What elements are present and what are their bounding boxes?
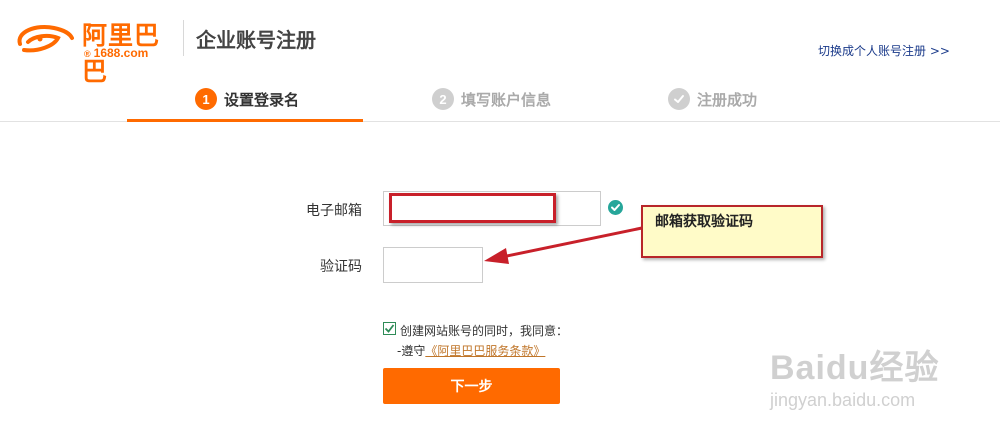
switch-to-personal-link[interactable]: 切换成个人账号注册 >> bbox=[818, 42, 950, 59]
check-circle-icon bbox=[668, 88, 690, 110]
step-3-label: 注册成功 bbox=[697, 90, 758, 109]
next-step-button[interactable]: 下一步 bbox=[383, 368, 560, 404]
checkmark-icon bbox=[384, 324, 395, 333]
verification-code-input[interactable] bbox=[383, 247, 483, 283]
logo-domain: ® 1688.com bbox=[84, 46, 148, 60]
alibaba-logo[interactable]: 阿里巴巴 ® 1688.com bbox=[14, 16, 174, 86]
step-2: 2 填写账户信息 bbox=[432, 87, 551, 111]
check-circle-icon bbox=[608, 200, 623, 215]
terms-of-service-link[interactable]: 《阿里巴巴服务条款》 bbox=[425, 344, 545, 358]
page-title: 企业账号注册 bbox=[196, 28, 316, 52]
step-1-number: 1 bbox=[195, 88, 217, 110]
header-divider bbox=[183, 20, 184, 56]
watermark-url: jingyan.baidu.com bbox=[770, 390, 916, 410]
agreement-text: 创建网站账号的同时，我同意： bbox=[400, 324, 569, 338]
agreement-prefix: -遵守 bbox=[397, 344, 426, 358]
baidu-watermark: Baidu经验 jingyan.baidu.com bbox=[770, 340, 990, 430]
annotation-callout-text: 邮箱获取验证码 bbox=[655, 214, 753, 230]
step-2-number: 2 bbox=[432, 88, 454, 110]
active-step-indicator bbox=[127, 119, 363, 122]
step-1-label: 设置登录名 bbox=[224, 90, 300, 109]
annotation-arrow-icon bbox=[484, 226, 643, 264]
step-3: 注册成功 bbox=[668, 87, 757, 111]
agreement-checkbox[interactable] bbox=[383, 322, 396, 335]
registered-mark: ® bbox=[84, 49, 91, 59]
alibaba-smile-logo-icon bbox=[17, 25, 74, 53]
verification-code-label: 验证码 bbox=[320, 259, 362, 275]
step-2-label: 填写账户信息 bbox=[461, 90, 552, 109]
agreement-terms-line: -遵守《阿里巴巴服务条款》 bbox=[397, 342, 545, 359]
email-annotation-highlight bbox=[389, 193, 556, 223]
email-label: 电子邮箱 bbox=[306, 203, 362, 219]
logo-domain-text: 1688.com bbox=[93, 46, 149, 60]
step-1: 1 设置登录名 bbox=[195, 87, 299, 111]
watermark-logo-text: Baidu经验 bbox=[770, 349, 940, 387]
